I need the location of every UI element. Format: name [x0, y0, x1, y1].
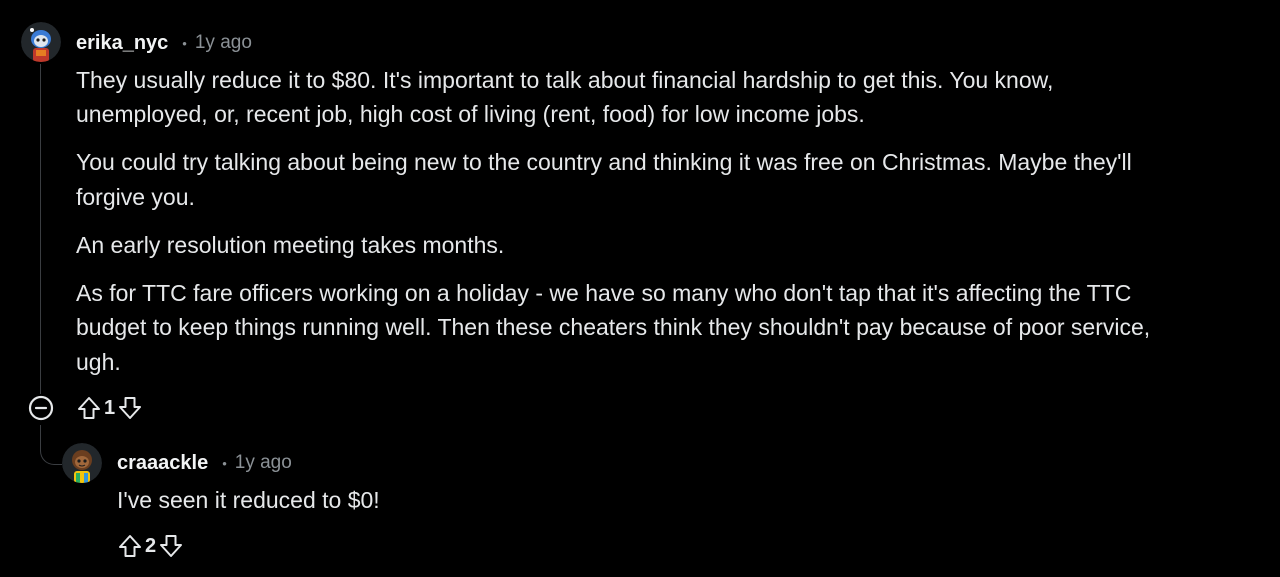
username[interactable]: craaackle [117, 452, 208, 475]
comment-line: I've seen it reduced to $0! [117, 487, 380, 513]
upvote-arrow-icon[interactable] [117, 533, 143, 559]
vote-actions: 1 [76, 393, 143, 423]
vote-count: 1 [104, 396, 116, 419]
downvote-arrow-icon[interactable] [158, 533, 184, 559]
vote-actions: 2 [117, 531, 184, 561]
comment-line: An early resolution meeting takes months… [76, 232, 505, 258]
comment-line: They usually reduce it to $80. It's impo… [76, 67, 1054, 93]
vote-count: 2 [145, 534, 157, 557]
separator-dot: • [222, 455, 227, 471]
comment-line: ugh. [76, 349, 121, 375]
comment-line: As for TTC fare officers working on a ho… [76, 280, 1132, 306]
upvote-arrow-icon[interactable] [76, 395, 102, 421]
timestamp[interactable]: 1y ago [195, 32, 252, 54]
downvote-arrow-icon[interactable] [117, 395, 143, 421]
snoo-avatar-icon [21, 22, 61, 62]
comment-line: budget to keep things running well. Then… [76, 314, 1151, 340]
timestamp[interactable]: 1y ago [235, 452, 292, 474]
collapse-thread-button[interactable] [28, 395, 54, 421]
separator-dot: • [182, 35, 187, 51]
avatar[interactable] [62, 443, 102, 483]
username[interactable]: erika_nyc [76, 32, 168, 55]
reply-thread-connector [40, 425, 62, 465]
comment-line: unemployed, or, recent job, high cost of… [76, 101, 865, 127]
comment-line: You could try talking about being new to… [76, 149, 1132, 175]
snoo-avatar-icon [62, 443, 102, 483]
comment-meta: erika_nyc • 1y ago [76, 30, 252, 56]
avatar[interactable] [21, 22, 61, 62]
minus-circle-icon [28, 395, 54, 421]
thread-line [40, 64, 41, 394]
comment-line: forgive you. [76, 184, 195, 210]
comment-meta: craaackle • 1y ago [117, 450, 292, 476]
